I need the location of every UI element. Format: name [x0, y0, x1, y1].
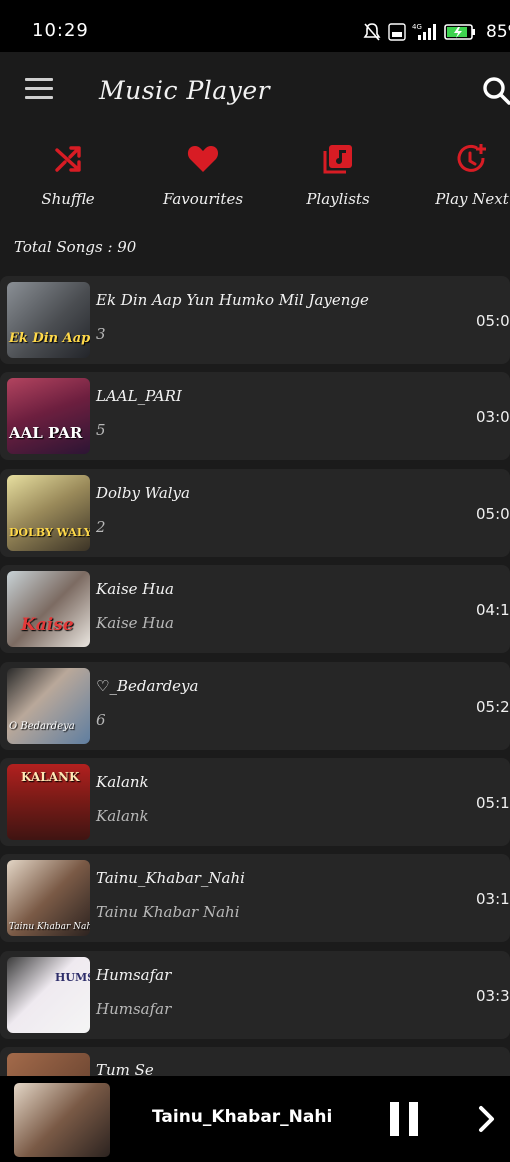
song-row[interactable]: Tum Se: [0, 1047, 510, 1076]
playlist-icon: [323, 145, 352, 174]
thumbnail-caption: DOLBY WALYA: [9, 526, 90, 539]
song-thumbnail: KALANK: [7, 764, 90, 840]
song-row[interactable]: AAL PAR LAAL_PARI 5 03:0: [0, 372, 510, 460]
song-duration: 04:1: [476, 601, 510, 619]
song-title: Tainu_Khabar_Nahi: [96, 869, 245, 887]
volte-icon: [388, 23, 406, 41]
song-subtitle: 2: [96, 518, 106, 536]
song-duration: 03:3: [476, 987, 510, 1005]
song-title: Tum Se: [96, 1061, 154, 1076]
total-songs: Total Songs : 90: [14, 238, 137, 256]
favourites-button[interactable]: Favourites: [138, 134, 268, 224]
shuffle-label: Shuffle: [41, 190, 95, 208]
play-next-button[interactable]: Play Next: [407, 134, 510, 224]
play-next-icon: [457, 144, 486, 172]
song-subtitle: Humsafar: [96, 1000, 172, 1018]
song-row[interactable]: KALANK Kalank Kalank 05:1: [0, 758, 510, 846]
status-time: 10:29: [32, 20, 89, 41]
song-thumbnail: Ek Din Aap Yun: [7, 282, 90, 358]
song-row[interactable]: Kaise Kaise Hua Kaise Hua 04:1: [0, 565, 510, 653]
song-title: ♡_Bedardeya: [96, 677, 199, 695]
mute-bell-icon: [363, 23, 381, 41]
song-title: Kalank: [96, 773, 149, 791]
song-row[interactable]: DOLBY WALYA Dolby Walya 2 05:0: [0, 469, 510, 557]
song-thumbnail: HUMSA: [7, 957, 90, 1033]
now-playing-bar[interactable]: Tainu_Khabar_Nahi: [0, 1076, 510, 1162]
app-title: Music Player: [99, 76, 271, 105]
favourites-label: Favourites: [162, 190, 244, 208]
song-thumbnail: DOLBY WALYA: [7, 475, 90, 551]
play-next-label: Play Next: [435, 190, 509, 208]
song-duration: 05:2: [476, 698, 510, 716]
song-thumbnail: Kaise: [7, 571, 90, 647]
thumbnail-caption: Ek Din Aap Yun: [9, 331, 90, 346]
playlists-label: Playlists: [306, 190, 370, 208]
song-duration: 05:1: [476, 794, 510, 812]
song-duration: 03:1: [476, 890, 510, 908]
song-duration: 05:0: [476, 312, 510, 330]
song-thumbnail: AAL PAR: [7, 378, 90, 454]
menu-icon[interactable]: [25, 78, 53, 100]
song-title: Ek Din Aap Yun Humko Mil Jayenge: [96, 291, 369, 309]
song-duration: 05:0: [476, 505, 510, 523]
shuffle-icon: [55, 146, 81, 172]
quick-actions: Shuffle Favourites Playlists Play Next: [0, 134, 510, 224]
thumbnail-caption: HUMSA: [55, 971, 90, 984]
now-playing-thumbnail: [14, 1083, 110, 1157]
heart-icon: [187, 146, 219, 172]
now-playing-title: Tainu_Khabar_Nahi: [152, 1107, 333, 1127]
shuffle-button[interactable]: Shuffle: [3, 134, 133, 224]
song-thumbnail: Tainu Khabar Nahi: [7, 860, 90, 936]
song-subtitle: 6: [96, 711, 106, 729]
song-row[interactable]: HUMSA Humsafar Humsafar 03:3: [0, 951, 510, 1039]
song-subtitle: Tainu Khabar Nahi: [96, 903, 240, 921]
thumbnail-caption: Tainu Khabar Nahi: [9, 922, 90, 932]
search-icon[interactable]: [480, 74, 510, 106]
thumbnail-caption: KALANK: [21, 770, 80, 784]
thumbnail-caption: O Bedardeya: [9, 721, 75, 732]
song-subtitle: Kalank: [96, 807, 149, 825]
playlists-button[interactable]: Playlists: [273, 134, 403, 224]
status-icons: 4G 85%: [362, 20, 510, 44]
song-thumbnail: [7, 1053, 90, 1076]
pause-button[interactable]: [390, 1102, 418, 1136]
song-subtitle: Kaise Hua: [96, 614, 174, 632]
song-title: LAAL_PARI: [96, 387, 182, 405]
song-title: Dolby Walya: [96, 484, 190, 502]
song-row[interactable]: Tainu Khabar Nahi Tainu_Khabar_Nahi Tain…: [0, 854, 510, 942]
song-thumbnail: O Bedardeya: [7, 668, 90, 744]
song-list[interactable]: Ek Din Aap Yun Ek Din Aap Yun Humko Mil …: [0, 276, 510, 1076]
svg-text:4G: 4G: [412, 23, 422, 31]
battery-icon: [444, 24, 475, 40]
thumbnail-caption: AAL PAR: [9, 424, 83, 442]
next-icon[interactable]: [476, 1104, 498, 1134]
song-duration: 03:0: [476, 408, 510, 426]
thumbnail-caption: Kaise: [21, 615, 74, 635]
signal-icon: 4G: [412, 23, 436, 40]
song-row[interactable]: O Bedardeya ♡_Bedardeya 6 05:2: [0, 662, 510, 750]
song-title: Humsafar: [96, 966, 172, 984]
song-row[interactable]: Ek Din Aap Yun Ek Din Aap Yun Humko Mil …: [0, 276, 510, 364]
song-subtitle: 5: [96, 421, 106, 439]
app-bar: Music Player: [0, 52, 510, 134]
battery-percent: 85%: [486, 22, 510, 42]
status-bar: 10:29 4G 85%: [0, 0, 510, 52]
song-title: Kaise Hua: [96, 580, 174, 598]
song-subtitle: 3: [96, 325, 106, 343]
